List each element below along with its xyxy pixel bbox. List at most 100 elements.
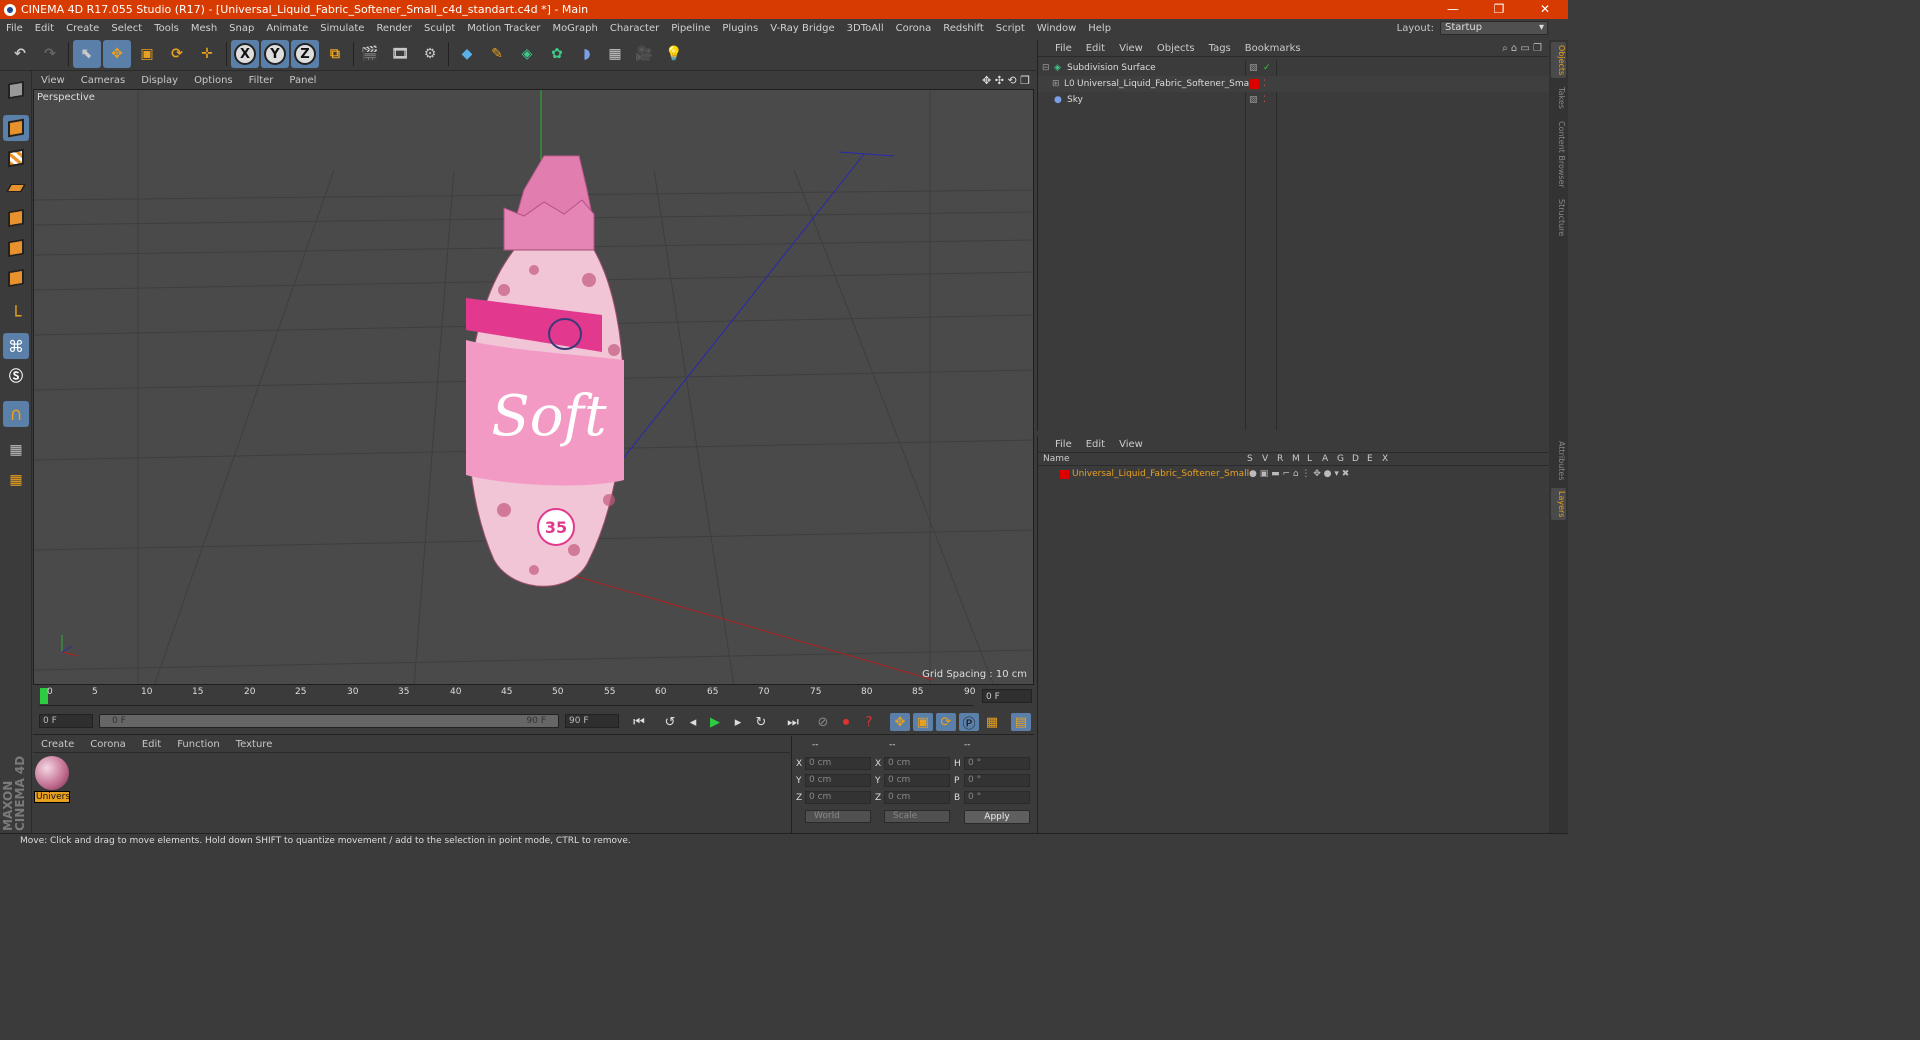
redo-icon[interactable]: ↷ [36, 40, 64, 68]
render-view-icon[interactable]: 🎬 [356, 40, 384, 68]
menu-vray-bridge[interactable]: V-Ray Bridge [764, 23, 840, 34]
menu-script[interactable]: Script [990, 23, 1031, 34]
menu-motion-tracker[interactable]: Motion Tracker [461, 23, 546, 34]
bottle-model[interactable]: Soft 35 [466, 155, 624, 587]
object-menu-view[interactable]: View [1112, 43, 1150, 54]
menu-create[interactable]: Create [60, 23, 105, 34]
key-rotation-icon[interactable]: ⟳ [936, 713, 956, 731]
menu-plugins[interactable]: Plugins [716, 23, 764, 34]
coordinate-mode-dropdown[interactable]: World [805, 810, 871, 823]
viewport-menu-display[interactable]: Display [133, 75, 186, 86]
end-frame-field[interactable]: 90 F [565, 714, 619, 728]
lock-workplane-icon[interactable]: ▦ [3, 437, 29, 463]
layer-name[interactable]: Universal_Liquid_Fabric_Softener_Small [1072, 467, 1249, 481]
material-name[interactable]: Univers [34, 791, 70, 803]
object-name[interactable]: Universal_Liquid_Fabric_Softener_Small [1077, 76, 1254, 92]
points-mode-icon[interactable] [3, 205, 29, 231]
visibility-dots-icon[interactable]: ⁚ [1263, 92, 1266, 108]
layout-select[interactable]: Startup [1440, 21, 1548, 35]
rotation-b-field[interactable]: 0 ° [964, 791, 1030, 804]
previous-frame-icon[interactable]: ◂ [683, 713, 703, 731]
polygons-mode-icon[interactable] [3, 265, 29, 291]
play-icon[interactable]: ▶ [705, 713, 725, 731]
menu-animate[interactable]: Animate [260, 23, 314, 34]
previous-key-icon[interactable]: ↺ [660, 713, 680, 731]
layer-menu-edit[interactable]: Edit [1079, 439, 1112, 450]
viewport-menu-filter[interactable]: Filter [241, 75, 282, 86]
tab-content-browser[interactable]: Content Browser [1551, 118, 1566, 191]
position-x-field[interactable]: 0 cm [805, 757, 871, 770]
menu-help[interactable]: Help [1082, 23, 1117, 34]
position-z-field[interactable]: 0 cm [805, 791, 871, 804]
material-menu-create[interactable]: Create [33, 739, 82, 750]
visibility-dots-icon[interactable]: ⁚ [1263, 76, 1266, 92]
minimize-button[interactable]: — [1430, 0, 1476, 19]
menu-render[interactable]: Render [370, 23, 418, 34]
go-to-start-icon[interactable]: ⏮ [629, 713, 649, 731]
next-key-icon[interactable]: ↻ [751, 713, 771, 731]
object-row[interactable]: ⊟ ◈ Subdivision Surface ▨ ✓ [1038, 60, 1549, 76]
viewport-menu-options[interactable]: Options [186, 75, 241, 86]
object-name[interactable]: Sky [1067, 92, 1083, 108]
axis-mode-icon[interactable]: └ [3, 303, 29, 329]
transform-tool-icon[interactable]: ✛ [193, 40, 221, 68]
tab-structure[interactable]: Structure [1551, 196, 1566, 239]
move-tool-icon[interactable]: ✥ [103, 40, 131, 68]
select-tool-icon[interactable]: ⬉ [73, 40, 101, 68]
material-preview[interactable] [35, 756, 69, 790]
frame-range-slider[interactable]: 0 F 90 F [99, 714, 559, 728]
key-pla-icon[interactable]: ▦ [982, 713, 1002, 731]
layer-color-icon[interactable] [1060, 470, 1069, 479]
layer-toggle-icons[interactable]: ● ▣ ▬ ⌐ ⌂ ⋮ ✥ ● ▾ ✖ [1249, 467, 1349, 481]
key-parameter-icon[interactable]: Ⓟ [959, 713, 979, 732]
rotation-h-field[interactable]: 0 ° [964, 757, 1030, 770]
expand-icon[interactable]: ⊟ [1042, 60, 1050, 76]
timeline-window-icon[interactable]: ▤ [1011, 713, 1031, 731]
cloner-icon[interactable]: ✿ [543, 40, 571, 68]
next-frame-icon[interactable]: ▸ [728, 713, 748, 731]
object-menu-tags[interactable]: Tags [1202, 43, 1238, 54]
menu-select[interactable]: Select [105, 23, 148, 34]
model-mode-icon[interactable] [3, 115, 29, 141]
menu-simulate[interactable]: Simulate [314, 23, 370, 34]
size-y-field[interactable]: 0 cm [884, 774, 950, 787]
coordinate-system-icon[interactable]: ⧉ [321, 40, 349, 68]
menu-edit[interactable]: Edit [29, 23, 60, 34]
key-scale-icon[interactable]: ▣ [913, 713, 933, 731]
tab-attributes[interactable]: Attributes [1551, 438, 1566, 484]
menu-mesh[interactable]: Mesh [185, 23, 223, 34]
magnet-icon[interactable]: ∩ [3, 401, 29, 427]
rotation-p-field[interactable]: 0 ° [964, 774, 1030, 787]
viewport-navigation-icons[interactable]: ✥ ✣ ⟲ ❐ [982, 74, 1030, 87]
material-menu-texture[interactable]: Texture [228, 739, 281, 750]
menu-mograph[interactable]: MoGraph [546, 23, 603, 34]
menu-file[interactable]: File [0, 23, 29, 34]
keyframe-icon[interactable]: ⊘ [813, 713, 833, 731]
light-icon[interactable]: 💡 [660, 40, 688, 68]
object-menu-file[interactable]: File [1048, 43, 1079, 54]
apply-button[interactable]: Apply [964, 810, 1030, 824]
size-mode-dropdown[interactable]: Scale [884, 810, 950, 823]
object-row[interactable]: ⊞ L0 Universal_Liquid_Fabric_Softener_Sm… [1038, 76, 1549, 92]
restore-button[interactable]: ❐ [1476, 0, 1522, 19]
menu-character[interactable]: Character [604, 23, 665, 34]
layer-swatch-icon[interactable]: ▨ [1249, 92, 1258, 108]
edges-mode-icon[interactable] [3, 235, 29, 261]
menu-corona[interactable]: Corona [890, 23, 938, 34]
material-menu-corona[interactable]: Corona [82, 739, 134, 750]
tweak-mode-icon[interactable]: ⌘ [3, 333, 29, 359]
layer-menu-file[interactable]: File [1048, 439, 1079, 450]
object-manager-search-icon[interactable]: ⌕ ⌂ ▭ ❐ [1502, 43, 1542, 54]
deformer-icon[interactable]: ◗ [573, 40, 601, 68]
object-name[interactable]: Subdivision Surface [1067, 60, 1156, 76]
position-y-field[interactable]: 0 cm [805, 774, 871, 787]
visibility-check-icon[interactable]: ✓ [1263, 60, 1271, 76]
menu-pipeline[interactable]: Pipeline [665, 23, 716, 34]
tab-layers[interactable]: Layers [1551, 488, 1566, 521]
object-menu-objects[interactable]: Objects [1150, 43, 1202, 54]
menu-redshift[interactable]: Redshift [937, 23, 990, 34]
menu-tools[interactable]: Tools [148, 23, 185, 34]
cube-primitive-icon[interactable]: ◆ [453, 40, 481, 68]
perspective-viewport[interactable]: Soft 35 Perspective Grid Spacing : 10 cm [33, 89, 1034, 685]
go-to-end-icon[interactable]: ⏭ [783, 713, 803, 731]
